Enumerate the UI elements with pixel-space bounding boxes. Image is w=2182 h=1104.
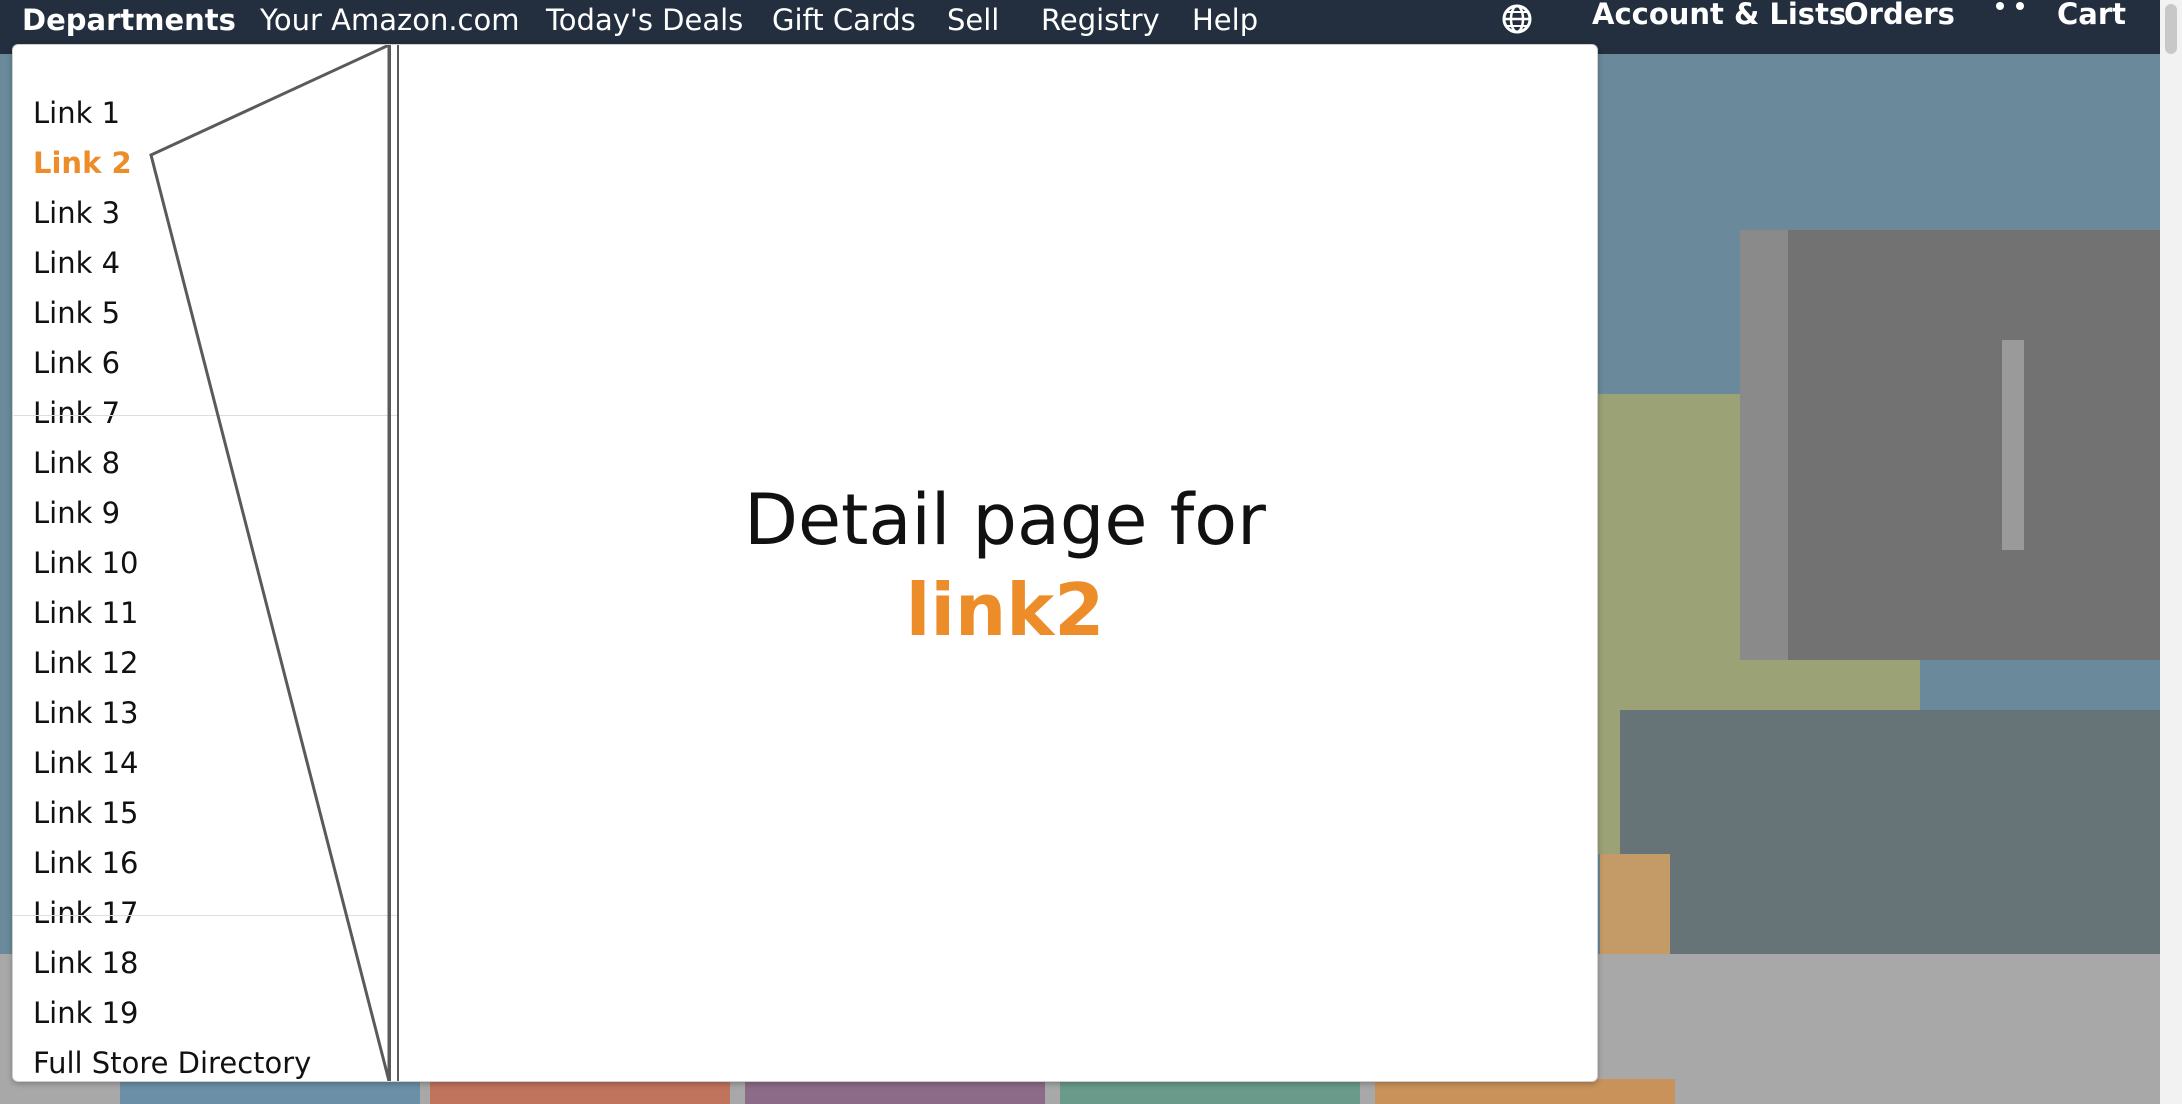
cart-link[interactable]: Cart xyxy=(2057,0,2126,34)
menu-item-link-18[interactable]: Link 18 xyxy=(33,941,139,985)
menu-item-link-13[interactable]: Link 13 xyxy=(33,691,139,735)
detail-link-name: link2 xyxy=(905,568,1105,652)
menu-item-link-4[interactable]: Link 4 xyxy=(33,241,120,285)
menu-panel-divider xyxy=(388,45,391,1081)
account-lists-link[interactable]: Account & Lists xyxy=(1592,0,1846,34)
menu-item-link-9[interactable]: Link 9 xyxy=(33,491,120,535)
menu-item-link-19[interactable]: Link 19 xyxy=(33,991,139,1035)
departments-flyout: Link 1 Link 2 Link 3 Link 4 Link 5 Link … xyxy=(12,44,1598,1082)
departments-menu-list: Link 1 Link 2 Link 3 Link 4 Link 5 Link … xyxy=(13,45,397,1081)
menu-item-link-8[interactable]: Link 8 xyxy=(33,441,120,485)
menu-divider xyxy=(13,915,397,916)
nav-link-help[interactable]: Help xyxy=(1192,0,1258,40)
menu-panel-divider xyxy=(397,45,399,1081)
nav-link-your-amazon[interactable]: Your Amazon.com xyxy=(260,0,520,40)
detail-heading: Detail page for xyxy=(744,479,1266,561)
menu-divider xyxy=(13,415,397,416)
menu-item-link-3[interactable]: Link 3 xyxy=(33,191,120,235)
menu-item-full-store-directory[interactable]: Full Store Directory xyxy=(33,1041,311,1085)
menu-item-link-11[interactable]: Link 11 xyxy=(33,591,139,635)
nav-link-registry[interactable]: Registry xyxy=(1041,0,1160,40)
menu-item-link-7[interactable]: Link 7 xyxy=(33,391,120,435)
menu-item-link-16[interactable]: Link 16 xyxy=(33,841,139,885)
nav-link-sell[interactable]: Sell xyxy=(947,0,999,40)
menu-item-link-12[interactable]: Link 12 xyxy=(33,641,139,685)
page-scrollbar[interactable] xyxy=(2160,0,2182,1104)
menu-item-link-5[interactable]: Link 5 xyxy=(33,291,120,335)
globe-icon[interactable] xyxy=(1500,2,1534,36)
scrollbar-thumb[interactable] xyxy=(2165,4,2177,54)
menu-item-link-6[interactable]: Link 6 xyxy=(33,341,120,385)
menu-item-link-15[interactable]: Link 15 xyxy=(33,791,139,835)
nav-link-gift-cards[interactable]: Gift Cards xyxy=(772,0,916,40)
menu-item-link-17[interactable]: Link 17 xyxy=(33,891,139,935)
menu-item-link-2[interactable]: Link 2 xyxy=(33,141,132,185)
nav-link-todays-deals[interactable]: Today's Deals xyxy=(546,0,743,40)
orders-link[interactable]: Orders xyxy=(1844,0,1955,34)
menu-item-link-1[interactable]: Link 1 xyxy=(33,91,120,135)
cart-icon[interactable] xyxy=(1996,0,2030,16)
departments-menu[interactable]: Departments xyxy=(22,0,236,40)
menu-item-link-10[interactable]: Link 10 xyxy=(33,541,139,585)
menu-item-link-14[interactable]: Link 14 xyxy=(33,741,139,785)
